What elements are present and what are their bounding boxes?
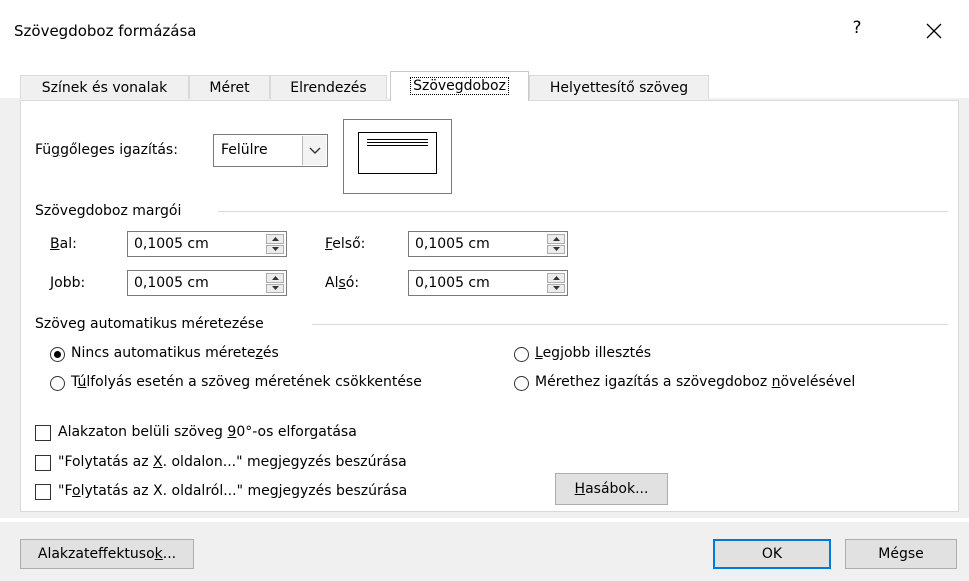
margin-bottom-label: Alsó:	[325, 275, 360, 291]
autofit-group-divider	[312, 324, 948, 325]
arrow-down-icon[interactable]	[266, 244, 284, 254]
chevron-down-icon	[309, 147, 320, 154]
vertical-alignment-dropdown-button[interactable]	[302, 136, 326, 165]
shape-effects-button[interactable]: Alakzateffektusok...	[20, 539, 194, 569]
close-icon	[926, 23, 942, 39]
checkbox-continued-on[interactable]	[35, 455, 51, 471]
vertical-alignment-label: Függőleges igazítás:	[35, 142, 178, 158]
vertical-alignment-value: Felülre	[221, 142, 268, 158]
margin-right-stepper[interactable]	[266, 273, 284, 293]
margin-left-input[interactable]: 0,1005 cm	[127, 231, 287, 257]
margin-right-label: Jobb:	[50, 275, 86, 291]
arrow-down-icon[interactable]	[266, 283, 284, 293]
arrow-up-icon[interactable]	[547, 234, 565, 244]
help-button[interactable]: ?	[847, 18, 867, 38]
autofit-group-title: Szöveg automatikus méretezése	[35, 316, 264, 332]
dialog-title: Szövegdoboz formázása	[14, 22, 197, 40]
radio-shrink-on-overflow[interactable]	[50, 376, 65, 391]
arrow-up-icon[interactable]	[266, 273, 284, 283]
margin-top-input[interactable]: 0,1005 cm	[408, 231, 568, 257]
vertical-alignment-select[interactable]: Felülre	[213, 134, 328, 167]
cancel-button[interactable]: Mégse	[845, 539, 957, 569]
margin-left-label: Bal:	[50, 236, 77, 252]
margin-top-label: Felső:	[325, 236, 366, 252]
ok-button[interactable]: OK	[713, 539, 831, 569]
columns-button[interactable]: Hasábok...	[555, 473, 668, 505]
margins-group-divider	[218, 211, 948, 212]
close-button[interactable]	[919, 16, 949, 46]
checkbox-continued-from-label[interactable]: "Folytatás az X. oldalról..." megjegyzés…	[58, 483, 407, 499]
margin-right-input[interactable]: 0,1005 cm	[127, 270, 287, 296]
margin-left-stepper[interactable]	[266, 234, 284, 254]
tab-colors-and-lines[interactable]: Színek és vonalak	[20, 75, 189, 99]
checkbox-rotate-text-label[interactable]: Alakzaton belüli szöveg 90°-os elforgatá…	[58, 424, 357, 440]
tab-panel-text-box	[20, 100, 959, 512]
checkbox-continued-on-label[interactable]: "Folytatás az X. oldalon..." megjegyzés …	[58, 454, 407, 470]
radio-no-autofit[interactable]	[50, 347, 65, 362]
arrow-down-icon[interactable]	[547, 244, 565, 254]
margins-group-title: Szövegdoboz margói	[35, 203, 182, 219]
checkbox-continued-from[interactable]	[35, 484, 51, 500]
margin-bottom-stepper[interactable]	[547, 273, 565, 293]
arrow-down-icon[interactable]	[547, 283, 565, 293]
margin-bottom-input[interactable]: 0,1005 cm	[408, 270, 568, 296]
radio-shrink-on-overflow-label[interactable]: Túlfolyás esetén a szöveg méretének csök…	[71, 374, 422, 390]
arrow-up-icon[interactable]	[266, 234, 284, 244]
radio-best-fit[interactable]	[514, 347, 529, 362]
tab-alt-text[interactable]: Helyettesítő szöveg	[529, 75, 709, 99]
tab-text-box[interactable]: Szövegdoboz	[390, 71, 529, 101]
checkbox-rotate-text[interactable]	[35, 425, 51, 441]
arrow-up-icon[interactable]	[547, 273, 565, 283]
tab-size[interactable]: Méret	[189, 75, 270, 99]
radio-resize-shape-label[interactable]: Mérethez igazítás a szövegdoboz növelésé…	[535, 374, 855, 390]
radio-no-autofit-label[interactable]: Nincs automatikus méretezés	[71, 345, 279, 361]
alignment-preview	[343, 119, 452, 194]
radio-best-fit-label[interactable]: Legjobb illesztés	[535, 345, 651, 361]
alignment-preview-box	[358, 132, 437, 174]
radio-resize-shape[interactable]	[514, 376, 529, 391]
tab-layout[interactable]: Elrendezés	[270, 75, 387, 99]
margin-top-stepper[interactable]	[547, 234, 565, 254]
